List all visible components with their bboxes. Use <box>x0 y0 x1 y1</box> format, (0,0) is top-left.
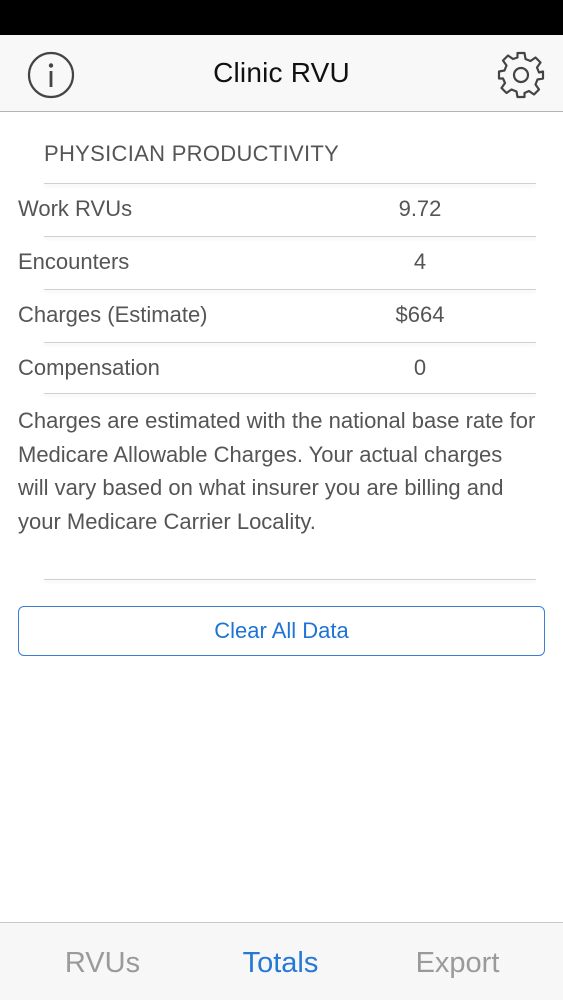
row-label: Encounters <box>18 249 130 274</box>
row-encounters: Encounters 4 <box>0 237 563 289</box>
row-label: Charges (Estimate) <box>18 302 208 327</box>
row-label: Work RVUs <box>18 196 133 221</box>
page-title: Clinic RVU <box>213 57 350 88</box>
divider <box>44 393 536 394</box>
row-value: 0 <box>413 355 427 380</box>
tab-rvus[interactable]: RVUs <box>40 947 165 980</box>
tab-export[interactable]: Export <box>395 947 520 980</box>
tab-totals[interactable]: Totals <box>218 947 343 980</box>
row-value: $664 <box>395 302 445 327</box>
row-charges-estimate: Charges (Estimate) $664 <box>0 290 563 342</box>
tab-bar: RVUs Totals Export <box>0 922 563 1000</box>
status-bar <box>0 0 563 35</box>
charges-disclaimer: Charges are estimated with the national … <box>18 408 536 534</box>
row-label: Compensation <box>18 355 160 380</box>
screen: Clinic RVU PHYSICIAN PRODUCTIVITY Work R… <box>0 0 563 1000</box>
gear-icon[interactable] <box>495 49 547 101</box>
row-work-rvus: Work RVUs 9.72 <box>0 184 563 236</box>
clear-all-data-button[interactable]: Clear All Data <box>18 606 545 656</box>
navigation-bar: Clinic RVU <box>0 35 563 112</box>
row-compensation: Compensation 0 <box>0 343 563 395</box>
row-value: 9.72 <box>398 196 442 221</box>
row-value: 4 <box>413 249 427 274</box>
divider <box>44 579 536 580</box>
section-header: PHYSICIAN PRODUCTIVITY <box>44 141 340 166</box>
